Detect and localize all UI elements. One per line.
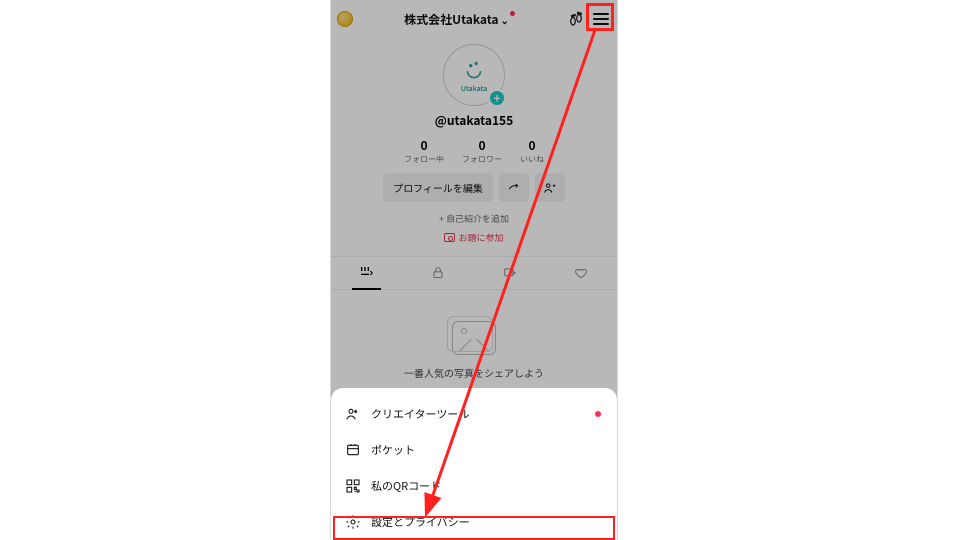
notification-dot xyxy=(595,411,601,417)
pocket-icon xyxy=(345,442,361,458)
chevron-down-icon: ⌄ xyxy=(501,12,509,27)
action-row: プロフィールを編集 xyxy=(331,173,617,202)
avatar-label: Utakata xyxy=(461,84,488,94)
header-bar: 株式会社Utakata ⌄ xyxy=(331,0,617,38)
tab-private[interactable] xyxy=(403,257,475,289)
qrcode-icon xyxy=(345,478,361,494)
grid-icon xyxy=(359,265,375,281)
tab-repost[interactable] xyxy=(474,257,546,289)
add-bio-button[interactable]: + 自己紹介を追加 xyxy=(331,212,617,225)
heart-icon xyxy=(573,266,589,280)
topic-link[interactable]: お題に参加 xyxy=(331,231,617,244)
content-tabs xyxy=(331,256,617,290)
add-friend-icon xyxy=(543,181,557,195)
repost-icon xyxy=(502,266,518,280)
annotation-settings-highlight xyxy=(333,516,615,540)
tab-liked[interactable] xyxy=(546,257,618,289)
menu-item-label: クリエイターツール xyxy=(371,406,469,422)
stats-row: 0 フォロー中 0 フォロワー 0 いいね xyxy=(331,137,617,165)
camera-icon xyxy=(444,233,455,242)
avatar[interactable]: Utakata + xyxy=(443,44,505,106)
stat-following[interactable]: 0 フォロー中 xyxy=(404,137,444,165)
annotation-hamburger-highlight xyxy=(586,3,614,31)
stat-likes[interactable]: 0 いいね xyxy=(520,137,544,165)
footprint-icon[interactable] xyxy=(567,10,585,28)
username: @utakata155 xyxy=(435,112,513,129)
menu-item-pocket[interactable]: ポケット xyxy=(331,432,617,468)
phone-frame: 株式会社Utakata ⌄ Utakata + @utakata155 0 xyxy=(330,0,618,540)
share-icon xyxy=(507,181,521,195)
tab-grid[interactable] xyxy=(331,257,403,289)
menu-item-label: 私のQRコード xyxy=(371,478,441,494)
empty-feed-message: 一番人気の写真をシェアしよう xyxy=(404,365,544,380)
dimmed-background: 株式会社Utakata ⌄ Utakata + @utakata155 0 xyxy=(331,0,617,410)
coin-icon[interactable] xyxy=(337,11,353,27)
add-story-icon[interactable]: + xyxy=(488,89,506,107)
menu-item-label: ポケット xyxy=(371,442,415,458)
menu-item-creator-tools[interactable]: クリエイターツール xyxy=(331,396,617,432)
add-friend-button[interactable] xyxy=(535,173,565,202)
share-profile-button[interactable] xyxy=(499,173,529,202)
lock-icon xyxy=(431,266,445,280)
header-title: 株式会社Utakata xyxy=(404,11,498,28)
edit-profile-button[interactable]: プロフィールを編集 xyxy=(383,173,493,202)
account-switcher[interactable]: 株式会社Utakata ⌄ xyxy=(359,11,561,28)
profile-section: Utakata + @utakata155 xyxy=(331,44,617,129)
stat-followers[interactable]: 0 フォロワー xyxy=(462,137,502,165)
gallery-placeholder-icon xyxy=(452,321,496,355)
notification-dot xyxy=(510,11,515,16)
creator-tools-icon xyxy=(345,406,361,422)
menu-item-qrcode[interactable]: 私のQRコード xyxy=(331,468,617,504)
